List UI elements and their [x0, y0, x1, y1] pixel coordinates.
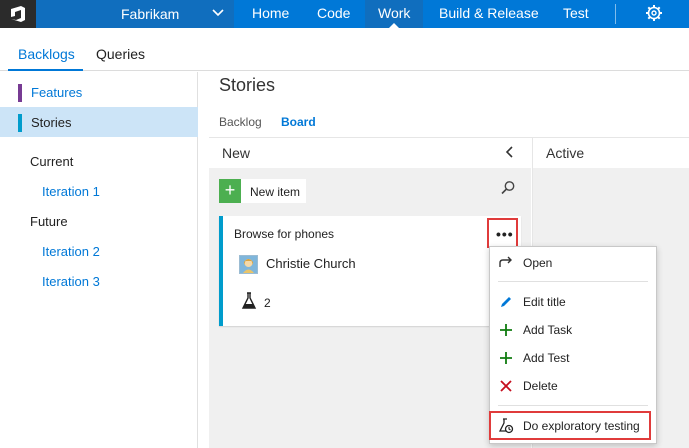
sidebar-item-iteration-3[interactable]: Iteration 3	[42, 274, 100, 289]
page-title: Stories	[219, 75, 276, 95]
pivot-board[interactable]: Board	[281, 115, 316, 129]
secondary-tabs: Backlogs Queries	[0, 28, 689, 71]
sidebar-item-label: Features	[31, 85, 83, 100]
sidebar-item-stories[interactable]: Stories	[0, 107, 198, 137]
pivot-backlog[interactable]: Backlog	[219, 115, 262, 129]
plus-icon	[500, 324, 512, 336]
menu-item-label: Open	[523, 256, 553, 270]
features-color-bar	[18, 84, 22, 102]
open-arrow-icon	[499, 256, 512, 267]
column-header-divider	[209, 137, 689, 138]
delete-x-icon	[500, 380, 512, 392]
active-tab-underline	[8, 69, 83, 71]
flask-icon	[241, 292, 257, 309]
card-more-actions-button[interactable]: •••	[487, 218, 518, 248]
column-header-active: Active	[546, 145, 585, 161]
column-header-new: New	[222, 145, 251, 161]
card-title[interactable]: Browse for phones	[234, 227, 334, 241]
tab-backlogs[interactable]: Backlogs	[18, 46, 75, 62]
future-heading: Future	[30, 214, 68, 229]
nav-work[interactable]: Work	[378, 5, 410, 21]
avatar-icon	[240, 256, 257, 273]
chevron-left-icon[interactable]	[505, 145, 515, 159]
sidebar-item-features[interactable]: Features	[0, 77, 198, 107]
project-selector[interactable]: Fabrikam	[36, 0, 234, 28]
new-item-label: New item	[250, 185, 301, 199]
highlight-box	[489, 411, 651, 440]
nav-build-release[interactable]: Build & Release	[439, 5, 539, 21]
plus-icon	[500, 352, 512, 364]
vsts-logo-icon	[11, 6, 25, 22]
menu-item-open[interactable]: Open	[490, 251, 656, 275]
menu-item-label: Add Task	[523, 323, 573, 337]
topbar-divider	[615, 4, 616, 24]
menu-item-edit-title[interactable]: Edit title	[490, 290, 656, 314]
top-bar: Fabrikam Home Code Work Build & Release …	[0, 0, 689, 28]
menu-item-label: Edit title	[523, 295, 566, 309]
sidebar-item-iteration-1[interactable]: Iteration 1	[42, 184, 100, 199]
current-heading: Current	[30, 154, 74, 169]
search-icon[interactable]	[500, 180, 516, 196]
menu-item-delete[interactable]: Delete	[490, 374, 656, 398]
stories-color-bar	[18, 114, 22, 132]
sidebar-item-label: Stories	[31, 115, 72, 130]
new-item-button[interactable]: + New item	[219, 179, 306, 203]
pencil-icon	[501, 297, 511, 307]
menu-separator	[498, 405, 648, 406]
nav-test[interactable]: Test	[563, 5, 589, 21]
menu-item-add-task[interactable]: Add Task	[490, 318, 656, 342]
nav-home[interactable]: Home	[252, 5, 289, 21]
work-item-card[interactable]: Browse for phones Christie Church 2	[219, 216, 521, 326]
nav-code[interactable]: Code	[317, 5, 350, 21]
project-name: Fabrikam	[121, 6, 180, 22]
chevron-down-icon	[212, 9, 224, 17]
card-assignee[interactable]: Christie Church	[266, 256, 356, 271]
menu-item-label: Add Test	[523, 351, 570, 365]
vsts-logo[interactable]	[0, 0, 36, 28]
plus-icon: +	[219, 179, 241, 203]
ellipsis-icon: •••	[496, 226, 514, 242]
menu-item-add-test[interactable]: Add Test	[490, 346, 656, 370]
menu-item-label: Delete	[523, 379, 558, 393]
tab-queries[interactable]: Queries	[96, 46, 145, 62]
test-count: 2	[264, 296, 271, 310]
menu-separator	[498, 281, 648, 282]
avatar	[239, 255, 258, 274]
backlog-sidebar: Features Stories Current Iteration 1 Fut…	[0, 72, 198, 448]
sidebar-item-iteration-2[interactable]: Iteration 2	[42, 244, 100, 259]
gear-icon[interactable]	[645, 4, 663, 22]
